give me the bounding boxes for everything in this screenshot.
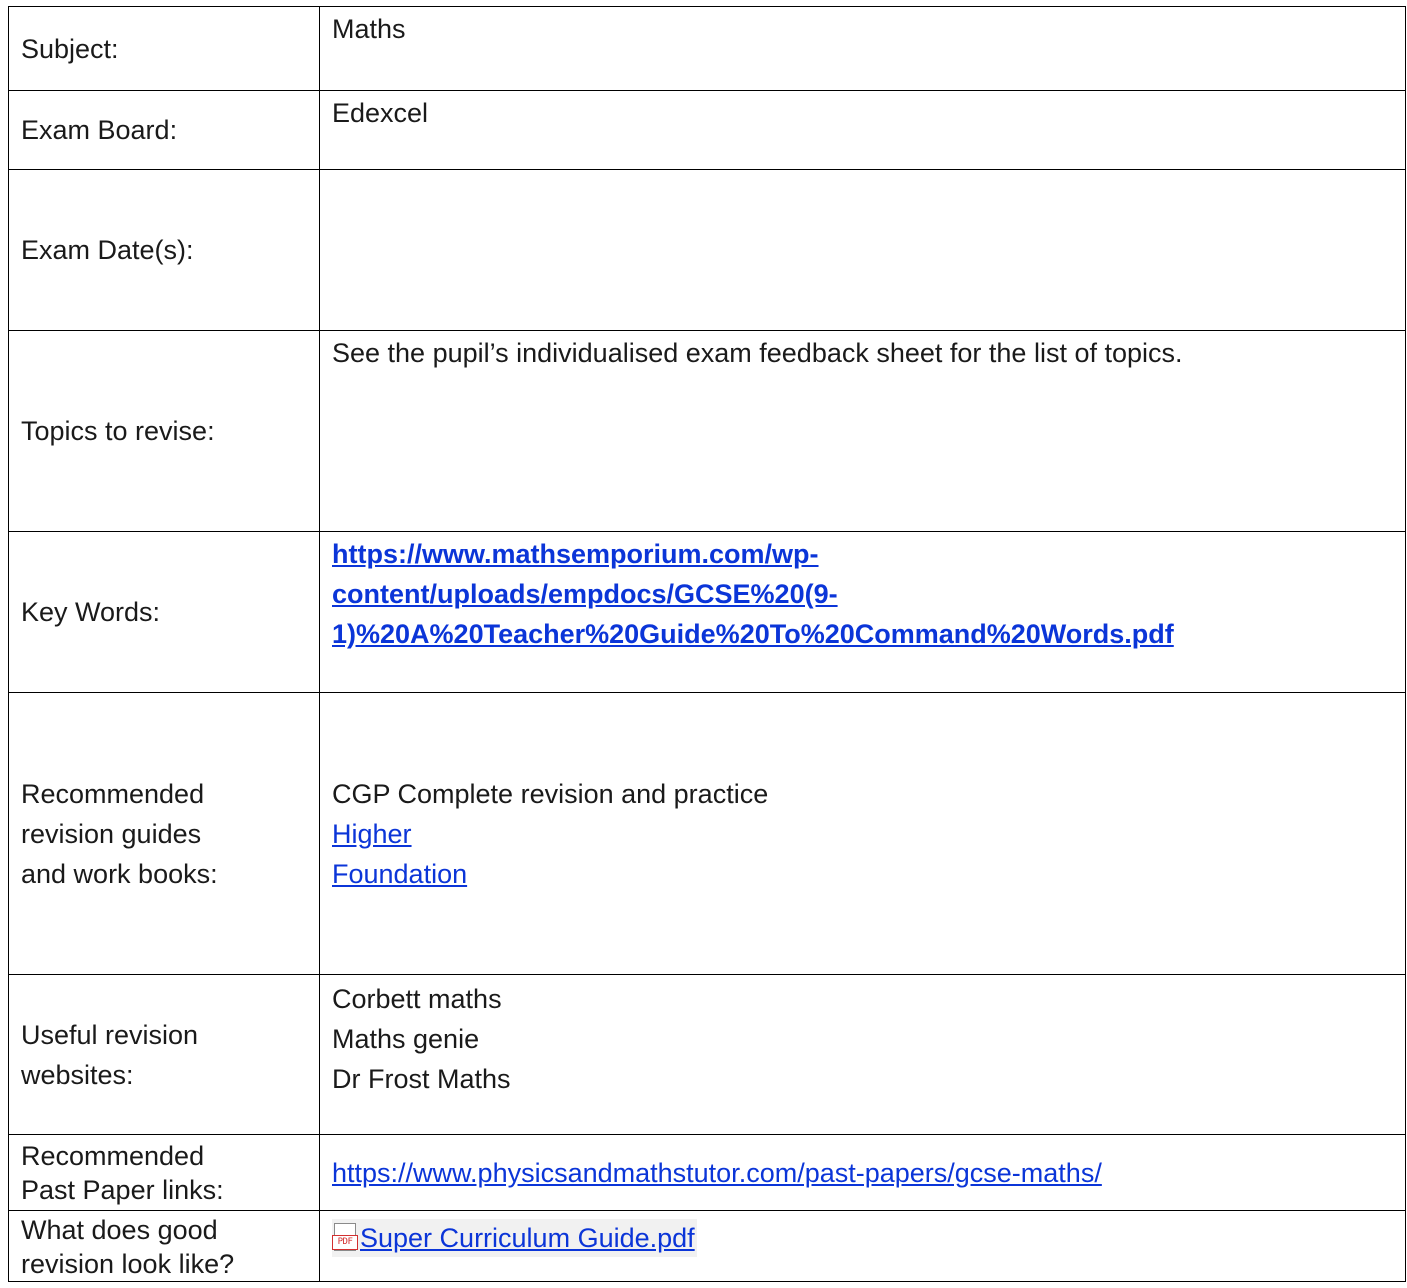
label-line: Useful revision xyxy=(21,1019,199,1050)
value-past-papers: https://www.physicsandmathstutor.com/pas… xyxy=(319,1134,1406,1211)
super-curriculum-guide-link[interactable]: Super Curriculum Guide.pdf xyxy=(360,1219,695,1257)
label-line: websites: xyxy=(21,1059,134,1090)
value-key-words: https://www.mathsemporium.com/wp- conten… xyxy=(319,531,1406,693)
revision-guides-intro: CGP Complete revision and practice xyxy=(332,778,769,809)
pdf-file-icon: PDF xyxy=(332,1223,358,1253)
value-topics: See the pupil’s individualised exam feed… xyxy=(319,330,1406,532)
label-line: revision guides xyxy=(21,818,202,849)
row-topics: Topics to revise: See the pupil’s indivi… xyxy=(8,330,1406,532)
row-key-words: Key Words: https://www.mathsemporium.com… xyxy=(8,531,1406,693)
website-item: Maths genie xyxy=(332,1024,480,1054)
past-papers-link[interactable]: https://www.physicsandmathstutor.com/pas… xyxy=(332,1158,1102,1188)
label-past-papers: Recommended Past Paper links: xyxy=(8,1134,320,1211)
label-line: and work books: xyxy=(21,858,218,889)
command-words-link-line: content/uploads/empdocs/GCSE%20(9- xyxy=(332,579,838,609)
row-good-revision: What does good revision look like? PDF S… xyxy=(8,1210,1406,1282)
command-words-link-line: 1)%20A%20Teacher%20Guide%20To%20Command%… xyxy=(332,619,1174,649)
command-words-link-line: https://www.mathsemporium.com/wp- xyxy=(332,539,819,569)
label-subject: Subject: xyxy=(8,6,320,91)
file-attachment[interactable]: PDF Super Curriculum Guide.pdf xyxy=(332,1219,697,1257)
row-exam-board: Exam Board: Edexcel xyxy=(8,90,1406,170)
label-exam-dates: Exam Date(s): xyxy=(8,169,320,331)
row-revision-guides: Recommended revision guides and work boo… xyxy=(8,692,1406,975)
label-good-revision: What does good revision look like? xyxy=(8,1210,320,1282)
value-subject: Maths xyxy=(319,6,1406,91)
row-exam-dates: Exam Date(s): xyxy=(8,169,1406,331)
value-exam-dates xyxy=(319,169,1406,331)
foundation-link[interactable]: Foundation xyxy=(332,859,467,889)
label-websites: Useful revision websites: xyxy=(8,974,320,1135)
revision-table: Subject: Maths Exam Board: Edexcel Exam … xyxy=(8,6,1406,1282)
label-line: What does good xyxy=(21,1215,218,1245)
website-item: Corbett maths xyxy=(332,984,502,1014)
row-past-papers: Recommended Past Paper links: https://ww… xyxy=(8,1134,1406,1211)
label-line: Recommended xyxy=(21,778,205,809)
website-item: Dr Frost Maths xyxy=(332,1064,511,1094)
value-good-revision: PDF Super Curriculum Guide.pdf xyxy=(319,1210,1406,1282)
label-revision-guides: Recommended revision guides and work boo… xyxy=(8,692,320,975)
label-topics: Topics to revise: xyxy=(8,330,320,532)
value-revision-guides: CGP Complete revision and practice Highe… xyxy=(319,692,1406,975)
command-words-link[interactable]: https://www.mathsemporium.com/wp- conten… xyxy=(332,534,1393,654)
label-line: revision look like? xyxy=(21,1249,235,1279)
label-line: Past Paper links: xyxy=(21,1174,224,1205)
higher-link[interactable]: Higher xyxy=(332,819,412,849)
label-line: Recommended xyxy=(21,1140,205,1171)
value-websites: Corbett maths Maths genie Dr Frost Maths xyxy=(319,974,1406,1135)
value-exam-board: Edexcel xyxy=(319,90,1406,170)
row-subject: Subject: Maths xyxy=(8,6,1406,91)
label-exam-board: Exam Board: xyxy=(8,90,320,170)
label-key-words: Key Words: xyxy=(8,531,320,693)
row-websites: Useful revision websites: Corbett maths … xyxy=(8,974,1406,1135)
